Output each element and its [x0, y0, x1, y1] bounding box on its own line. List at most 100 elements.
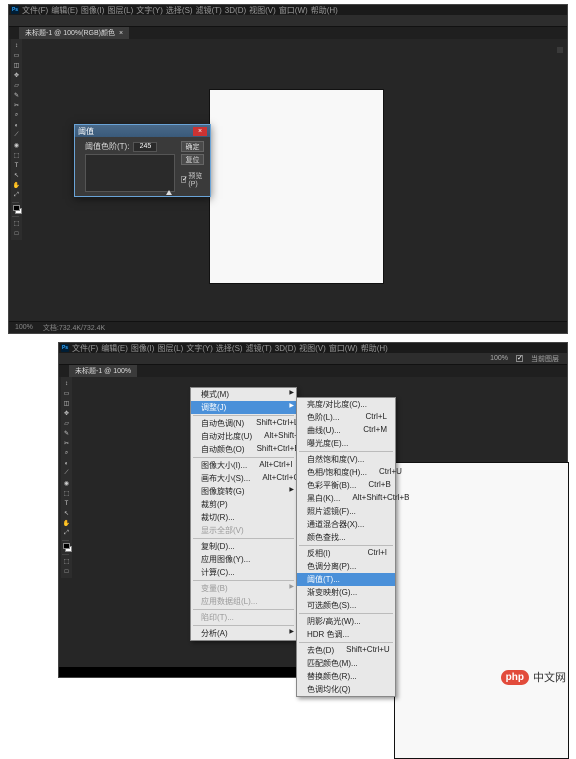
menu-item[interactable]: 去色(D)Shift+Ctrl+U [297, 644, 395, 657]
menu-type[interactable]: 文字(Y) [136, 5, 163, 16]
tool-11[interactable]: ⬚ [62, 489, 71, 498]
menu-item[interactable]: 裁切(R)... [191, 511, 296, 524]
menu-item[interactable]: 图像大小(I)...Alt+Ctrl+I [191, 459, 296, 472]
menu-item[interactable]: 颜色查找... [297, 531, 395, 544]
menu-item[interactable]: 色阶(L)...Ctrl+L [297, 411, 395, 424]
checkbox-icon[interactable] [516, 355, 523, 362]
color-swatches[interactable] [12, 205, 21, 214]
tool-6[interactable]: ✂ [62, 439, 71, 448]
tool-14[interactable]: ✋ [62, 519, 71, 528]
tool-20[interactable]: □ [62, 567, 71, 576]
menu-select[interactable]: 选择(S) [166, 5, 193, 16]
menu-layer[interactable]: 图层(L) [107, 5, 133, 16]
menu-item[interactable]: 亮度/对比度(C)... [297, 398, 395, 411]
tool-lasso[interactable]: ◫ [12, 61, 21, 70]
menu-3d[interactable]: 3D(D) [275, 344, 296, 353]
menu-item[interactable]: 画布大小(S)...Alt+Ctrl+C [191, 472, 296, 485]
opacity-value[interactable]: 100% [490, 355, 508, 362]
tool-eraser[interactable]: ◉ [12, 141, 21, 150]
menu-item[interactable]: 复制(D)... [191, 540, 296, 553]
checkbox-icon[interactable] [181, 176, 186, 183]
tool-eyedropper[interactable]: ✎ [12, 91, 21, 100]
menu-item[interactable]: 分析(A) [191, 627, 296, 640]
close-icon[interactable]: × [119, 30, 123, 37]
menu-item[interactable]: 替换颜色(R)... [297, 670, 395, 683]
tool-history[interactable]: ⟋ [12, 131, 21, 140]
menu-file[interactable]: 文件(F) [72, 343, 98, 354]
document-tab[interactable]: 未标题-1 @ 100%(RGB)颜色 × [19, 27, 129, 39]
tool-5[interactable]: ✎ [62, 429, 71, 438]
menu-item[interactable]: 曲线(U)...Ctrl+M [297, 424, 395, 437]
tool-crop[interactable]: ▱ [12, 81, 21, 90]
menu-item[interactable]: 调整(J) [191, 401, 296, 414]
menu-view[interactable]: 视图(V) [299, 343, 326, 354]
tool-4[interactable]: ▱ [62, 419, 71, 428]
menu-window[interactable]: 窗口(W) [279, 5, 308, 16]
menu-window[interactable]: 窗口(W) [329, 343, 358, 354]
menu-item[interactable]: 色相/饱和度(H)...Ctrl+U [297, 466, 395, 479]
menu-item[interactable]: 阴影/高光(W)... [297, 615, 395, 628]
sample-layer[interactable]: 当前图层 [531, 354, 559, 364]
tool-brush[interactable]: ⌕ [12, 111, 21, 120]
tool-type[interactable]: T [12, 161, 21, 170]
tool-13[interactable]: ↖ [62, 509, 71, 518]
menu-item[interactable]: 模式(M) [191, 388, 296, 401]
cancel-button[interactable]: 复位 [181, 154, 204, 165]
menu-filter[interactable]: 滤镜(T) [196, 5, 222, 16]
menu-item[interactable]: 图像旋转(G) [191, 485, 296, 498]
tool-zoom[interactable]: ⤢ [12, 191, 21, 200]
tool-12[interactable]: T [62, 499, 71, 508]
tool-10[interactable]: ◉ [62, 479, 71, 488]
histogram[interactable] [85, 154, 175, 192]
menu-item[interactable]: 色调均化(Q) [297, 683, 395, 696]
tool-wand[interactable]: ✥ [12, 71, 21, 80]
menu-item[interactable]: 曝光度(E)... [297, 437, 395, 450]
preview-checkbox[interactable]: 预览(P) [181, 171, 204, 188]
tool-17[interactable] [62, 543, 71, 552]
menu-type[interactable]: 文字(Y) [186, 343, 213, 354]
menu-view[interactable]: 视图(V) [249, 5, 276, 16]
menu-item[interactable]: 可选颜色(S)... [297, 599, 395, 612]
threshold-input[interactable]: 245 [133, 142, 157, 152]
tool-1[interactable]: ▭ [62, 389, 71, 398]
tool-gradient[interactable]: ⬚ [12, 151, 21, 160]
menu-item[interactable]: 反相(I)Ctrl+I [297, 547, 395, 560]
menu-select[interactable]: 选择(S) [216, 343, 243, 354]
menu-item[interactable]: 自动色调(N)Shift+Ctrl+L [191, 417, 296, 430]
menu-item[interactable]: 自动颜色(O)Shift+Ctrl+B [191, 443, 296, 456]
menu-item[interactable]: 黑白(K)...Alt+Shift+Ctrl+B [297, 492, 395, 505]
menu-item[interactable]: 计算(C)... [191, 566, 296, 579]
menu-filter[interactable]: 滤镜(T) [246, 343, 272, 354]
tool-2[interactable]: ◫ [62, 399, 71, 408]
menu-item[interactable]: 通道混合器(X)... [297, 518, 395, 531]
tool-screenmode[interactable]: □ [12, 229, 21, 238]
tool-hand[interactable]: ✋ [12, 181, 21, 190]
tool-heal[interactable]: ✂ [12, 101, 21, 110]
tool-9[interactable]: ⟋ [62, 469, 71, 478]
menu-help[interactable]: 帮助(H) [311, 5, 338, 16]
menu-file[interactable]: 文件(F) [22, 5, 48, 16]
panel-tab[interactable] [557, 47, 563, 53]
zoom-level[interactable]: 100% [15, 324, 33, 331]
tool-8[interactable]: ◐ [62, 459, 71, 468]
foreground-swatch[interactable] [13, 205, 20, 211]
tool-move[interactable]: ↕ [12, 41, 21, 50]
menu-layer[interactable]: 图层(L) [157, 343, 183, 354]
close-icon[interactable]: × [193, 127, 207, 136]
menu-item[interactable]: 照片滤镜(F)... [297, 505, 395, 518]
tool-path[interactable]: ↖ [12, 171, 21, 180]
tool-0[interactable]: ↕ [62, 379, 71, 388]
ok-button[interactable]: 确定 [181, 141, 204, 152]
threshold-slider[interactable] [166, 190, 172, 195]
menu-item[interactable]: 匹配颜色(M)... [297, 657, 395, 670]
tool-marquee[interactable]: ▭ [12, 51, 21, 60]
tool-stamp[interactable]: ◐ [12, 121, 21, 130]
menu-edit[interactable]: 编辑(E) [101, 343, 128, 354]
menu-3d[interactable]: 3D(D) [225, 6, 246, 15]
menu-item[interactable]: 色彩平衡(B)...Ctrl+B [297, 479, 395, 492]
tool-quickmask[interactable]: ⬚ [12, 219, 21, 228]
canvas[interactable] [209, 89, 384, 284]
menu-item[interactable]: 自然饱和度(V)... [297, 453, 395, 466]
menu-edit[interactable]: 编辑(E) [51, 5, 78, 16]
menu-image[interactable]: 图像(I) [131, 343, 155, 354]
